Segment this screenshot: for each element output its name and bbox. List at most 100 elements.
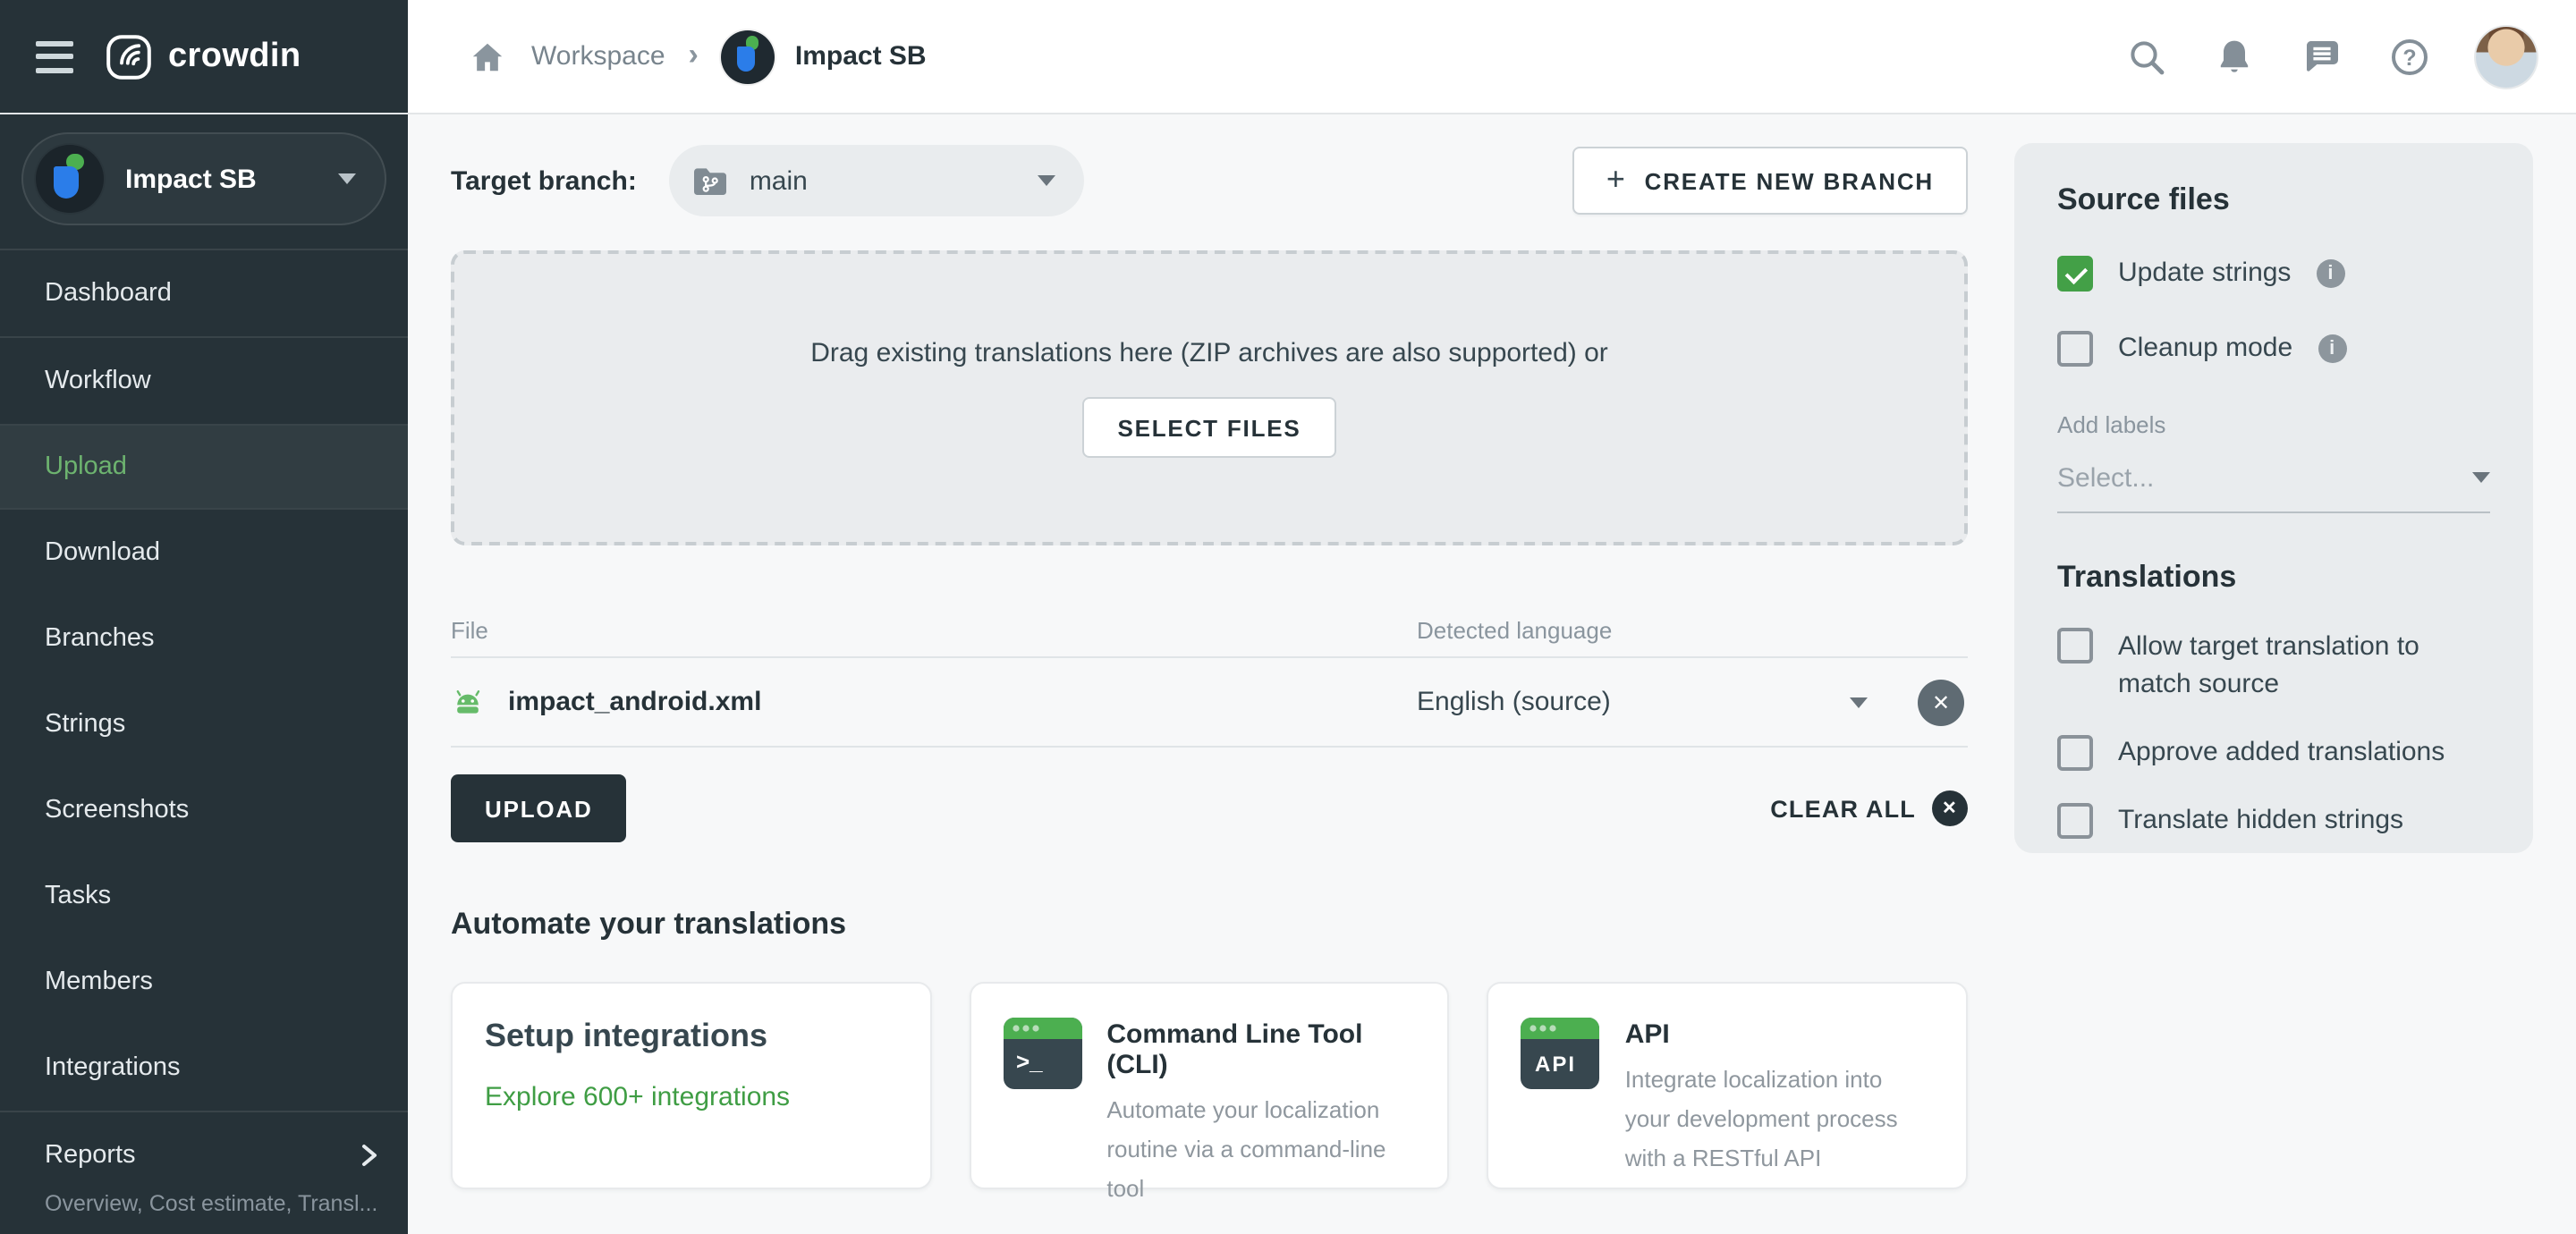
upload-settings-panel: Source files Update strings i Cleanup mo…: [2014, 143, 2533, 853]
option-translate-hidden: Translate hidden strings: [2057, 801, 2490, 841]
breadcrumb: Workspace › Impact SB: [408, 0, 927, 113]
actions-row: UPLOAD CLEAR ALL ✕: [451, 774, 1968, 842]
create-new-branch-label: CREATE NEW BRANCH: [1644, 167, 1934, 194]
sidebar: Impact SB Dashboard Workflow Upload Down…: [0, 114, 408, 1234]
sidebar-item-branches[interactable]: Branches: [0, 596, 408, 681]
remove-file-icon[interactable]: ✕: [1918, 679, 1964, 725]
automation-cards: Setup integrations Explore 600+ integrat…: [451, 982, 1969, 1201]
project-name: Impact SB: [125, 164, 257, 194]
svg-text:>_: >_: [1015, 1048, 1042, 1075]
table-row: impact_android.xml English (source) ✕: [451, 658, 1968, 748]
option-label: Allow target translation to match source: [2118, 630, 2419, 700]
home-icon[interactable]: [465, 35, 508, 78]
project-switcher[interactable]: Impact SB: [21, 132, 386, 225]
logo-text: crowdin: [168, 37, 301, 74]
menu-icon[interactable]: [32, 33, 77, 80]
sidebar-item-workflow[interactable]: Workflow: [0, 338, 408, 424]
card-cli[interactable]: >_ Command Line Tool (CLI) Automate your…: [969, 982, 1450, 1201]
labels-select[interactable]: Select...: [2057, 462, 2490, 512]
chevron-right-icon: [362, 1145, 377, 1166]
option-label: Translate hidden strings: [2118, 804, 2404, 835]
create-new-branch-button[interactable]: + CREATE NEW BRANCH: [1572, 147, 1968, 215]
checkbox[interactable]: [2057, 802, 2093, 839]
card-api[interactable]: API API Integrate localization into your…: [1487, 982, 1969, 1189]
option-approve-added: Approve added translations: [2057, 733, 2490, 773]
reports-subtitle: Overview, Cost estimate, Transl...: [45, 1191, 378, 1216]
svg-text:?: ?: [2402, 45, 2416, 70]
api-icon: API: [1521, 1018, 1600, 1089]
breadcrumb-project-name: Impact SB: [794, 41, 927, 72]
top-header: crowdin Workspace › Impact SB ?: [0, 0, 2576, 114]
sidebar-item-members[interactable]: Members: [0, 939, 408, 1025]
breadcrumb-workspace[interactable]: Workspace: [531, 41, 665, 72]
reports-label: Reports: [45, 1141, 136, 1170]
search-icon[interactable]: [2125, 35, 2168, 78]
sidebar-item-dashboard[interactable]: Dashboard: [0, 250, 408, 336]
source-files-heading: Source files: [2057, 182, 2230, 216]
card-title: Command Line Tool (CLI): [1106, 1019, 1363, 1080]
file-cell: impact_android.xml: [451, 687, 1417, 717]
checkbox[interactable]: [2057, 734, 2093, 771]
caret-down-icon: [338, 173, 356, 184]
sidebar-item-screenshots[interactable]: Screenshots: [0, 767, 408, 853]
checkbox[interactable]: [2057, 330, 2093, 367]
notifications-icon[interactable]: [2213, 35, 2256, 78]
clear-all-icon: ✕: [1932, 790, 1968, 826]
option-label: Cleanup mode: [2118, 332, 2293, 363]
upload-button[interactable]: UPLOAD: [451, 774, 627, 842]
crowdin-logo[interactable]: crowdin: [106, 33, 301, 80]
column-detected-language: Detected language: [1417, 617, 1613, 644]
target-branch-label: Target branch:: [451, 165, 637, 196]
card-description: Integrate localization into your develop…: [1624, 1066, 1898, 1171]
project-avatar: [721, 30, 775, 83]
file-dropzone[interactable]: Drag existing translations here (ZIP arc…: [451, 250, 1968, 545]
app-window: crowdin Workspace › Impact SB ? Impact S…: [0, 0, 2576, 1234]
column-file: File: [451, 617, 488, 644]
sidebar-item-reports[interactable]: Reports Overview, Cost estimate, Transl.…: [0, 1112, 408, 1216]
sidebar-item-tasks[interactable]: Tasks: [0, 853, 408, 939]
select-files-button[interactable]: SELECT FILES: [1081, 397, 1337, 458]
option-label: Approve added translations: [2118, 737, 2445, 767]
branch-select-value: main: [749, 165, 808, 196]
caret-down-icon: [1037, 175, 1055, 186]
file-name: impact_android.xml: [508, 687, 762, 717]
checkbox[interactable]: [2057, 627, 2093, 663]
checkbox[interactable]: [2057, 255, 2093, 292]
plus-icon: +: [1606, 161, 1627, 197]
translations-heading: Translations: [2057, 559, 2237, 593]
chevron-right-icon: ›: [688, 37, 699, 71]
info-icon[interactable]: i: [2318, 334, 2347, 363]
project-avatar: [36, 145, 104, 213]
messages-icon[interactable]: [2301, 35, 2343, 78]
sidebar-item-strings[interactable]: Strings: [0, 681, 408, 767]
dropzone-text: Drag existing translations here (ZIP arc…: [810, 338, 1608, 368]
help-icon[interactable]: ?: [2388, 35, 2431, 78]
branch-row: Target branch: main + CREATE NEW BRANCH: [451, 145, 1968, 216]
files-table-header: File Detected language: [451, 604, 1968, 658]
language-select[interactable]: English (source): [1417, 687, 1868, 717]
card-title: API: [1624, 1019, 1670, 1050]
main-content: Target branch: main + CREATE NEW BRANCH …: [451, 114, 1969, 1201]
user-avatar[interactable]: [2476, 26, 2537, 87]
card-title: Setup integrations: [485, 1018, 768, 1053]
option-update-strings: Update strings i: [2057, 254, 2490, 293]
automate-heading: Automate your translations: [451, 907, 847, 941]
info-icon[interactable]: i: [2316, 258, 2345, 288]
svg-text:API: API: [1536, 1052, 1577, 1077]
breadcrumb-project[interactable]: Impact SB: [721, 30, 927, 83]
option-label: Update strings: [2118, 258, 2292, 288]
clear-all-button[interactable]: CLEAR ALL ✕: [1770, 790, 1968, 826]
terminal-icon: >_: [1003, 1018, 1082, 1089]
android-file-icon: [456, 690, 480, 714]
sidebar-item-download[interactable]: Download: [0, 510, 408, 596]
labels-select-placeholder: Select...: [2057, 462, 2155, 493]
language-value: English (source): [1417, 687, 1611, 717]
branch-select[interactable]: main: [668, 145, 1084, 216]
clear-all-label: CLEAR ALL: [1770, 795, 1916, 822]
header-actions: ?: [2125, 0, 2576, 113]
option-cleanup-mode: Cleanup mode i: [2057, 329, 2490, 368]
sidebar-item-integrations[interactable]: Integrations: [0, 1025, 408, 1111]
card-description: Automate your localization routine via a…: [1106, 1096, 1386, 1202]
explore-integrations-link[interactable]: Explore 600+ integrations: [485, 1082, 897, 1112]
sidebar-item-upload[interactable]: Upload: [0, 424, 408, 510]
